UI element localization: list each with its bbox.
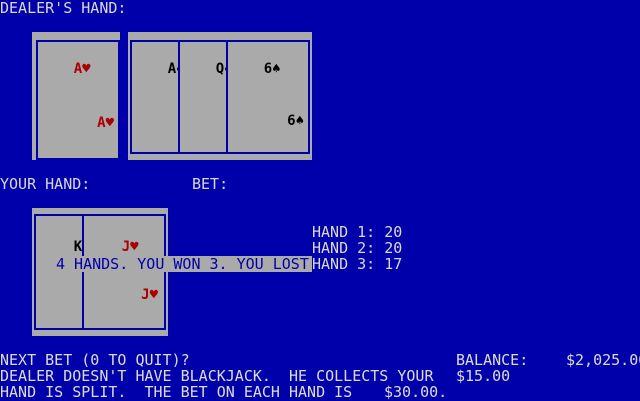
heart-icon: ♥: [149, 287, 158, 303]
dealer-card-1-bottom: A♥: [63, 102, 114, 144]
dealer-card-4-rank-bottom: 6: [287, 113, 296, 129]
balance-label: BALANCE:: [456, 351, 529, 369]
collect-amount: $15.00: [456, 367, 511, 385]
bet-prompt[interactable]: NEXT BET (0 TO QUIT)?: [0, 352, 190, 368]
player-card-2-rank: J: [121, 239, 131, 255]
dealers-hand-label: DEALER'S HAND:: [0, 0, 127, 17]
dealer-card-1-rank-bottom: A: [97, 115, 106, 131]
dealer-card-4: 6♠ 6♠: [226, 40, 310, 154]
heart-icon: ♥: [130, 239, 139, 255]
dealer-card-4-rank: 6: [263, 61, 273, 77]
bet-each-amount: $30.00.: [384, 383, 448, 401]
bet-label: BET:: [192, 175, 229, 193]
your-hand-label: YOUR HAND:: [0, 175, 91, 193]
spade-icon: ♠: [272, 61, 281, 77]
dealer-card-2-rank: A: [167, 61, 177, 77]
hand-total-3: HAND 3: 17: [312, 255, 403, 273]
spade-icon: ♠: [295, 113, 304, 129]
dealer-card-1: A♥ A♥: [36, 40, 120, 160]
status-line-3: HAND IS SPLIT. THE BET ON EACH HAND IS: [0, 383, 353, 401]
dealer-card-3-rank: Q: [215, 61, 225, 77]
dealer-card-2: A♠: [130, 40, 185, 154]
dealer-card-1-rank: A: [73, 61, 83, 77]
balance-value: $2,025.00: [566, 351, 640, 369]
hand-total-1: HAND 1: 20: [312, 223, 403, 241]
status-line-2: DEALER DOESN'T HAVE BLACKJACK. HE COLLEC…: [0, 367, 434, 385]
heart-icon: ♥: [82, 61, 91, 77]
dealer-card-1-top: A♥: [40, 48, 91, 90]
player-card-1-rank: K: [73, 239, 83, 255]
hand-total-2: HAND 2: 20: [312, 239, 403, 257]
heart-icon: ♥: [105, 115, 114, 131]
player-card-2-rank-bottom: J: [141, 287, 150, 303]
result-banner: 4 HANDS. YOU WON 3. YOU LOST 1.: [52, 256, 336, 272]
dealer-card-3: Q♠: [178, 40, 233, 154]
